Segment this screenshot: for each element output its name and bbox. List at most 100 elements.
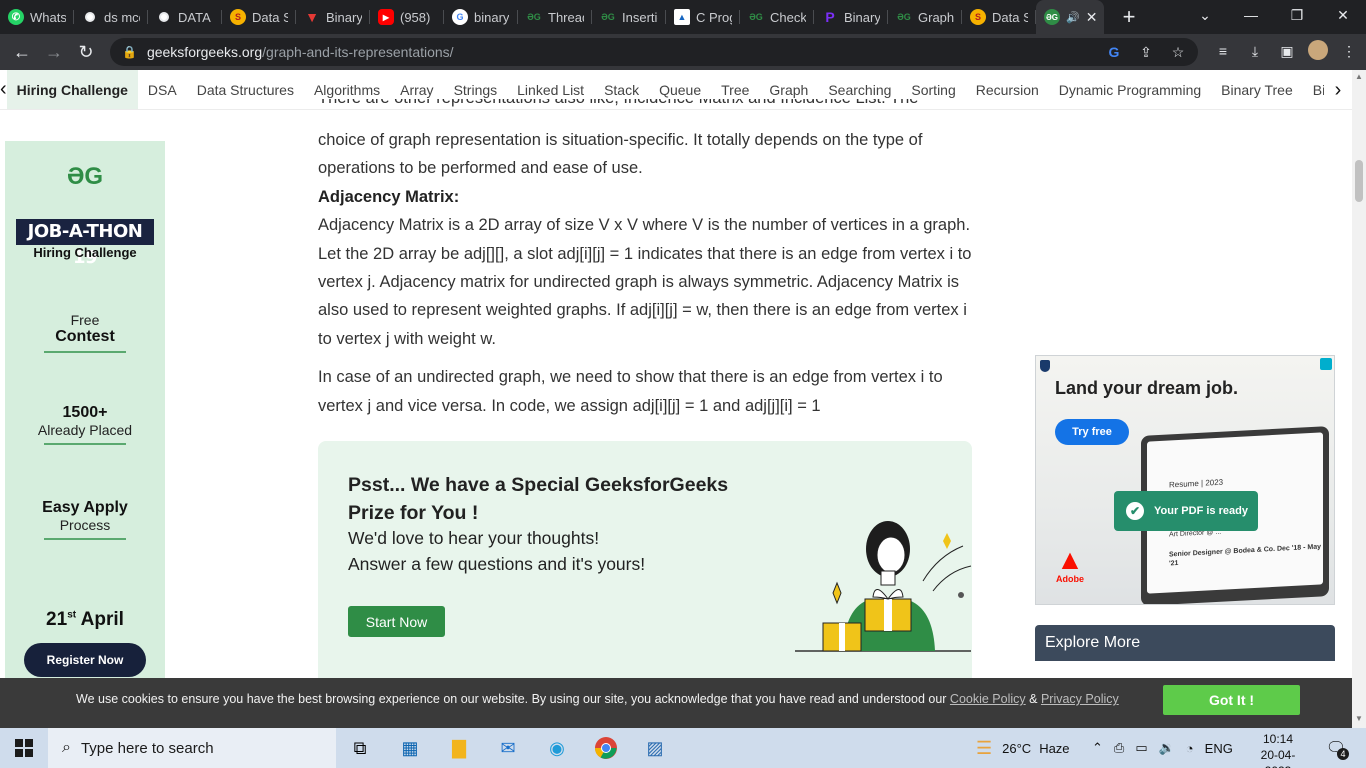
share-icon[interactable]: ⇪ [1136,42,1156,62]
cookie-message: We use cookies to ensure you have the be… [76,692,1119,706]
system-tray: ⌃ ⎙ ▭ 🔉 ◔ ENG [1092,728,1233,768]
close-window-button[interactable]: ✕ [1320,0,1366,30]
cookie-policy-link[interactable]: Cookie Policy [950,692,1026,706]
scrollbar-thumb[interactable] [1355,160,1363,202]
chrome-icon [156,9,172,25]
menu-kebab-icon[interactable]: ⋮ [1338,40,1360,62]
adchoices-icon[interactable] [1320,358,1332,370]
tab-active-graph[interactable]: ƏG 🔊 ✕ [1036,0,1104,34]
register-now-button[interactable]: Register Now [24,643,146,677]
chrome-icon[interactable] [592,734,620,762]
profile-avatar[interactable] [1308,40,1328,60]
start-now-button[interactable]: Start Now [348,606,445,637]
browser-toolbar: ← → ↻ 🔒 geeksforgeeks.org/graph-and-its-… [0,34,1366,70]
url-text[interactable]: geeksforgeeks.org/graph-and-its-represen… [147,44,454,60]
google-lens-icon[interactable]: G [1104,42,1124,62]
store-icon[interactable]: ▦ [396,734,424,762]
new-tab-button[interactable]: + [1114,2,1144,32]
browser-tab[interactable]: S Data S [962,0,1036,34]
close-tab-icon[interactable]: ✕ [1086,9,1098,26]
chevron-up-icon[interactable]: ⌃ [1092,740,1103,756]
check-icon: ✔ [1126,502,1144,520]
browser-tab[interactable]: ▶ (958) [370,0,444,34]
job-a-thon-promo[interactable]: ƏG JOB-A-THON 19 Hiring Challenge Free C… [5,141,165,681]
windows-start-icon[interactable] [10,734,38,762]
browser-tab[interactable]: Gbinary [444,0,518,34]
gfg-icon: ƏG [601,12,615,22]
meet-now-icon[interactable]: ⎙ [1114,740,1124,756]
try-free-button[interactable]: Try free [1055,419,1129,445]
restore-button[interactable]: ❐ [1274,0,1320,30]
nav-item[interactable]: Recursion [966,70,1049,109]
lock-icon[interactable]: 🔒 [122,45,137,59]
got-it-button[interactable]: Got It ! [1163,685,1300,715]
nav-item[interactable]: Binary Tree [1211,70,1303,109]
sk-icon: S [970,9,986,25]
nav-item[interactable]: Hiring Challenge [6,70,138,109]
page-scrollbar[interactable]: ▲ ▼ [1352,70,1366,730]
paragraph: choice of graph representation is situat… [318,131,923,178]
woman-gift-illustration [795,521,972,652]
windows-taskbar: ⌕ Type here to search ⧉ ▦ ▇ ✉ ◉ ▨ ☰ 26°C… [0,728,1366,768]
cap-icon: ▲ [674,9,690,25]
promo-date: 21st April [46,609,124,630]
chevron-right-icon[interactable]: › [1324,70,1352,109]
browser-tab[interactable]: ƏG Graph [888,0,962,34]
haze-icon: ☰ [976,737,993,758]
wifi-icon[interactable]: ◔ [1186,741,1194,756]
volume-icon[interactable]: 🔉 [1159,740,1175,756]
promo-contest: Free Contest [5,312,165,353]
browser-tab[interactable]: ƏGThreaded [518,0,592,34]
survey-card: Psst... We have a Special GeeksforGeeks … [318,441,972,681]
reading-list-icon[interactable]: ≡ [1212,40,1234,62]
browser-tab[interactable]: P Binary [814,0,888,34]
browser-tab[interactable]: ƏGInsertion [592,0,666,34]
weather-widget[interactable]: ☰ 26°C Haze [976,728,1070,768]
download-icon[interactable]: ⤓ [1244,40,1266,62]
nav-item[interactable]: DSA [138,70,187,109]
section-heading: Adjacency Matrix: [318,187,460,206]
taskbar-search-box[interactable]: ⌕ Type here to search [48,728,336,768]
back-icon[interactable]: ← [6,36,38,68]
article-body: choice of graph representation is situat… [318,126,978,420]
browser-tab[interactable]: ▼ Binary [296,0,370,34]
pdf-ready-toast: ✔ Your PDF is ready [1114,491,1258,531]
edge-icon[interactable]: ◉ [543,734,571,762]
browser-tab[interactable]: DATA [148,0,222,34]
language-indicator[interactable]: ENG [1205,741,1233,756]
v-icon: ▼ [305,9,319,25]
shield-icon [1040,360,1050,372]
nav-item[interactable]: Data Structures [187,70,304,109]
bookmark-star-icon[interactable]: ☆ [1168,42,1188,62]
chrome-icon [82,9,98,25]
chevron-left-icon[interactable]: ‹ [0,70,7,109]
address-bar[interactable]: 🔒 geeksforgeeks.org/graph-and-its-repres… [110,38,1198,66]
file-explorer-icon[interactable]: ▇ [445,734,473,762]
gfg-icon: ƏG [527,12,541,22]
mail-icon[interactable]: ✉ [494,734,522,762]
side-panel-icon[interactable]: ▣ [1276,40,1298,62]
browser-tab[interactable]: ✆WhatsApp [0,0,74,34]
adobe-logo-icon: ▲ Adobe [1056,544,1084,585]
battery-icon[interactable]: ▭ [1135,740,1147,756]
taskbar-clock[interactable]: 10:14 20-04-2023 [1248,731,1308,768]
tab-search-icon[interactable]: ⌄ [1182,0,1228,30]
reload-icon[interactable]: ↻ [70,36,102,68]
minimize-button[interactable]: — [1228,0,1274,30]
youtube-icon: ▶ [378,9,394,25]
browser-tab[interactable]: ƏG Check [740,0,814,34]
browser-tab[interactable]: ▲C Program [666,0,740,34]
forward-icon[interactable]: → [38,36,70,68]
speaker-icon[interactable]: 🔊 [1066,11,1080,24]
browser-tab[interactable]: SData Structures [222,0,296,34]
privacy-policy-link[interactable]: Privacy Policy [1041,692,1119,706]
adobe-ad[interactable]: Land your dream job. Try free Resume | 2… [1035,355,1335,605]
nav-item[interactable]: Dynamic Programming [1049,70,1211,109]
paragraph: Adjacency Matrix is a 2D array of size V… [318,216,972,348]
photos-icon[interactable]: ▨ [641,734,669,762]
scroll-up-icon[interactable]: ▲ [1355,72,1363,81]
browser-tab[interactable]: ds mcq [74,0,148,34]
task-view-icon[interactable]: ⧉ [346,734,374,762]
notification-icon[interactable]: 🗨 4 [1322,734,1350,762]
scroll-down-icon[interactable]: ▼ [1355,714,1363,723]
